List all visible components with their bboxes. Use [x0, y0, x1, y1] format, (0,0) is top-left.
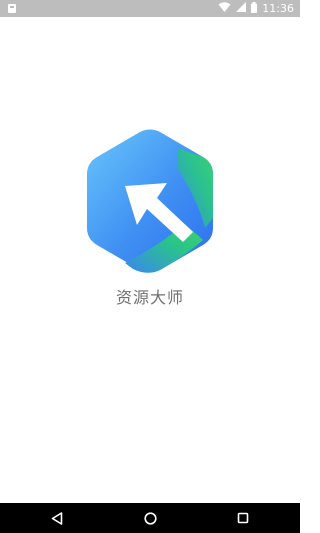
cellular-signal-icon — [236, 2, 247, 15]
battery-icon — [251, 1, 258, 16]
splash-screen: 11:36 资源大师 — [0, 0, 300, 533]
notification-icon — [7, 3, 17, 14]
status-icons: 11:36 — [218, 0, 294, 17]
app-logo-icon — [85, 128, 215, 274]
status-bar: 11:36 — [0, 0, 300, 17]
navigation-bar — [0, 503, 300, 533]
status-time: 11:36 — [262, 2, 294, 15]
wifi-icon — [218, 2, 231, 15]
back-icon[interactable] — [37, 503, 77, 533]
recents-icon[interactable] — [223, 503, 263, 533]
home-icon[interactable] — [130, 503, 170, 533]
app-name: 资源大师 — [115, 288, 184, 307]
